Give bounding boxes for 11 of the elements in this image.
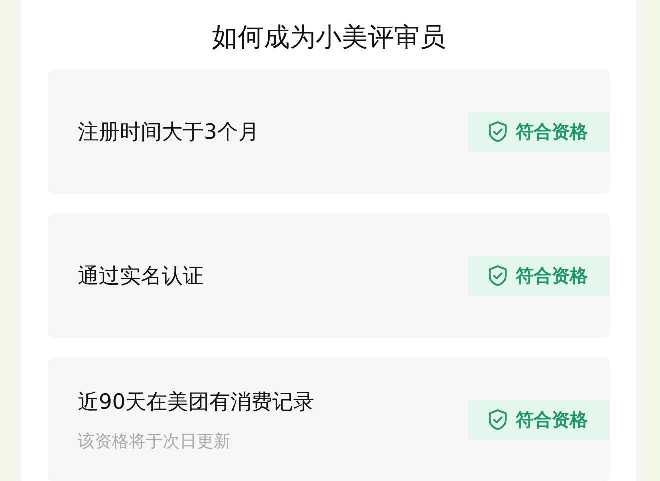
shield-check-icon	[488, 409, 508, 431]
dialog-title: 如何成为小美评审员	[211, 22, 447, 55]
eligibility-badge: 符合资格	[468, 400, 610, 440]
eligibility-badge: 符合资格	[468, 256, 610, 296]
eligibility-badge: 符合资格	[468, 112, 610, 152]
requirement-label: 注册时间大于3个月	[78, 119, 260, 146]
requirement-note: 该资格将于次日更新	[78, 430, 232, 452]
shield-check-icon	[488, 121, 508, 143]
shield-check-icon	[488, 265, 508, 287]
requirement-label: 近90天在美团有消费记录	[78, 388, 315, 416]
requirement-label: 通过实名认证	[78, 263, 204, 290]
